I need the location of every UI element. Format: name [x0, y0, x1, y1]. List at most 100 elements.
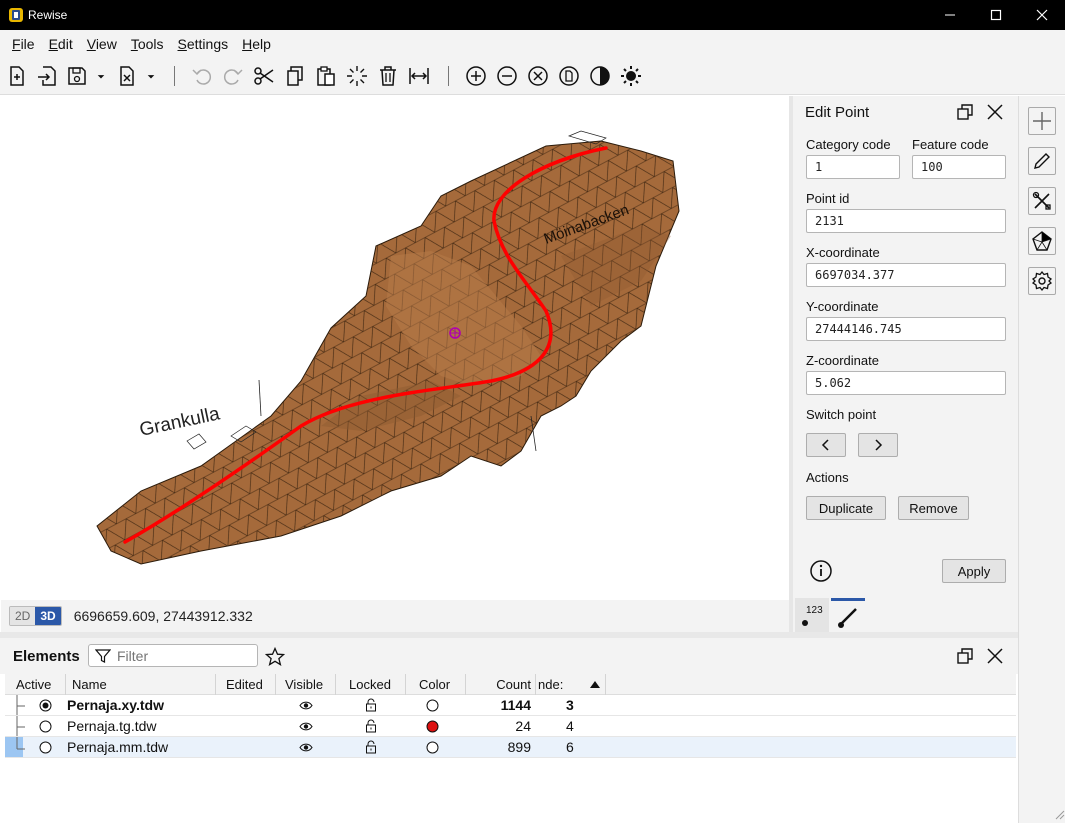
eye-icon[interactable] [299, 721, 313, 732]
resize-grip-icon[interactable] [1053, 808, 1065, 820]
minimize-button[interactable] [927, 0, 973, 30]
delete-button[interactable] [376, 64, 400, 88]
color-swatch[interactable] [426, 720, 439, 733]
menu-edit[interactable]: Edit [42, 30, 80, 58]
select-button[interactable] [345, 64, 369, 88]
redo-button[interactable] [221, 64, 245, 88]
col-locked[interactable]: Locked [335, 674, 405, 695]
edit-tool-button[interactable] [1028, 147, 1056, 175]
eye-icon[interactable] [299, 742, 313, 753]
point-id-field[interactable]: 2131 [806, 209, 1006, 233]
lock-icon[interactable] [364, 740, 378, 754]
close-panel-icon[interactable] [985, 102, 1005, 122]
feature-code-field[interactable]: 100 [912, 155, 1006, 179]
category-code-field[interactable]: 1 [806, 155, 900, 179]
zoom-in-button[interactable] [464, 64, 488, 88]
menu-file[interactable]: File [5, 30, 42, 58]
numeric-point-icon: 123 [802, 605, 823, 626]
paste-button[interactable] [314, 64, 338, 88]
table-row[interactable]: Pernaja.xy.tdw 1144 3 [5, 695, 1016, 716]
close-dropdown-icon [147, 75, 155, 79]
lock-icon[interactable] [364, 698, 378, 712]
table-row[interactable]: Pernaja.tg.tdw 24 4 [5, 716, 1016, 737]
col-name[interactable]: Name [65, 674, 215, 695]
contrast-button[interactable] [588, 64, 612, 88]
undock-icon[interactable] [955, 102, 975, 122]
feature-code-label: Feature code [912, 137, 989, 152]
brightness-button[interactable] [619, 64, 643, 88]
filter-box[interactable] [88, 644, 258, 667]
col-visible[interactable]: Visible [275, 674, 335, 695]
zoom-fit-button[interactable] [526, 64, 550, 88]
zoom-out-button[interactable] [495, 64, 519, 88]
close-elements-icon[interactable] [985, 646, 1005, 666]
polygon-tool-button[interactable] [1028, 227, 1056, 255]
table-row[interactable]: Pernaja.mm.tdw 899 6 [5, 737, 1016, 758]
elements-panel: Elements Active Name Edited Visible Lock… [0, 638, 1018, 823]
tools-button[interactable] [1028, 187, 1056, 215]
remove-button[interactable]: Remove [898, 496, 969, 520]
undo-button[interactable] [190, 64, 214, 88]
color-swatch[interactable] [426, 741, 439, 754]
menu-settings[interactable]: Settings [171, 30, 236, 58]
close-file-button[interactable] [115, 64, 139, 88]
z-coordinate-field[interactable]: 5.062 [806, 371, 1006, 395]
zoom-fit-icon [528, 66, 548, 86]
col-count[interactable]: Count [465, 674, 535, 695]
measure-button[interactable] [407, 64, 431, 88]
active-radio[interactable] [39, 741, 52, 754]
menu-accel: V [86, 36, 96, 52]
x-coordinate-field[interactable]: 6697034.377 [806, 263, 1006, 287]
previous-point-button[interactable] [806, 433, 846, 457]
close-button[interactable] [1019, 0, 1065, 30]
menu-help[interactable]: Help [235, 30, 278, 58]
star-icon[interactable] [265, 647, 285, 667]
maximize-button[interactable] [973, 0, 1019, 30]
col-index[interactable]: nde: [535, 674, 605, 695]
col-active[interactable]: Active [5, 674, 65, 695]
apply-button[interactable]: Apply [942, 559, 1006, 583]
lock-icon[interactable] [364, 719, 378, 733]
y-coordinate-field[interactable]: 27444146.745 [806, 317, 1006, 341]
next-point-button[interactable] [858, 433, 898, 457]
tab-line-edit[interactable] [831, 598, 865, 632]
point-id-label: Point id [806, 191, 850, 206]
view-mode-toggle: 2D 3D [9, 606, 62, 626]
polygon-icon [1032, 231, 1052, 251]
menu-label-rest: ettings [186, 36, 229, 52]
col-color[interactable]: Color [405, 674, 465, 695]
cut-button[interactable] [252, 64, 276, 88]
eye-icon[interactable] [299, 700, 313, 711]
duplicate-button[interactable]: Duplicate [806, 496, 886, 520]
close-dropdown-button[interactable] [142, 64, 160, 88]
terrain-3d-view[interactable]: Grankulla Möinabacken [1, 96, 789, 600]
import-button[interactable] [35, 64, 59, 88]
contrast-icon [590, 66, 610, 86]
toolbar [0, 58, 1065, 95]
element-name: Pernaja.xy.tdw [67, 697, 165, 713]
undock-elements-icon[interactable] [955, 646, 975, 666]
tab-numeric[interactable]: 123 [795, 598, 829, 632]
menu-tools[interactable]: Tools [124, 30, 171, 58]
filter-input[interactable] [117, 648, 247, 664]
mode-2d-button[interactable]: 2D [10, 607, 36, 625]
menu-label-rest: elp [252, 36, 271, 52]
col-edited[interactable]: Edited [215, 674, 275, 695]
menu-view[interactable]: View [80, 30, 124, 58]
add-tool-button[interactable] [1028, 107, 1056, 135]
new-file-button[interactable] [5, 64, 29, 88]
active-radio[interactable] [39, 720, 52, 733]
element-name: Pernaja.tg.tdw [67, 718, 157, 734]
color-swatch[interactable] [426, 699, 439, 712]
active-radio[interactable] [39, 699, 52, 712]
element-count: 899 [507, 739, 531, 755]
chevron-right-icon [875, 439, 883, 451]
settings-tool-button[interactable] [1028, 267, 1056, 295]
mode-3d-button[interactable]: 3D [35, 607, 61, 625]
save-button[interactable] [65, 64, 89, 88]
zoom-page-button[interactable] [557, 64, 581, 88]
elements-table-header: Active Name Edited Visible Locked Color … [5, 674, 1016, 695]
save-dropdown-button[interactable] [92, 64, 110, 88]
info-icon[interactable] [809, 559, 833, 583]
copy-button[interactable] [283, 64, 307, 88]
